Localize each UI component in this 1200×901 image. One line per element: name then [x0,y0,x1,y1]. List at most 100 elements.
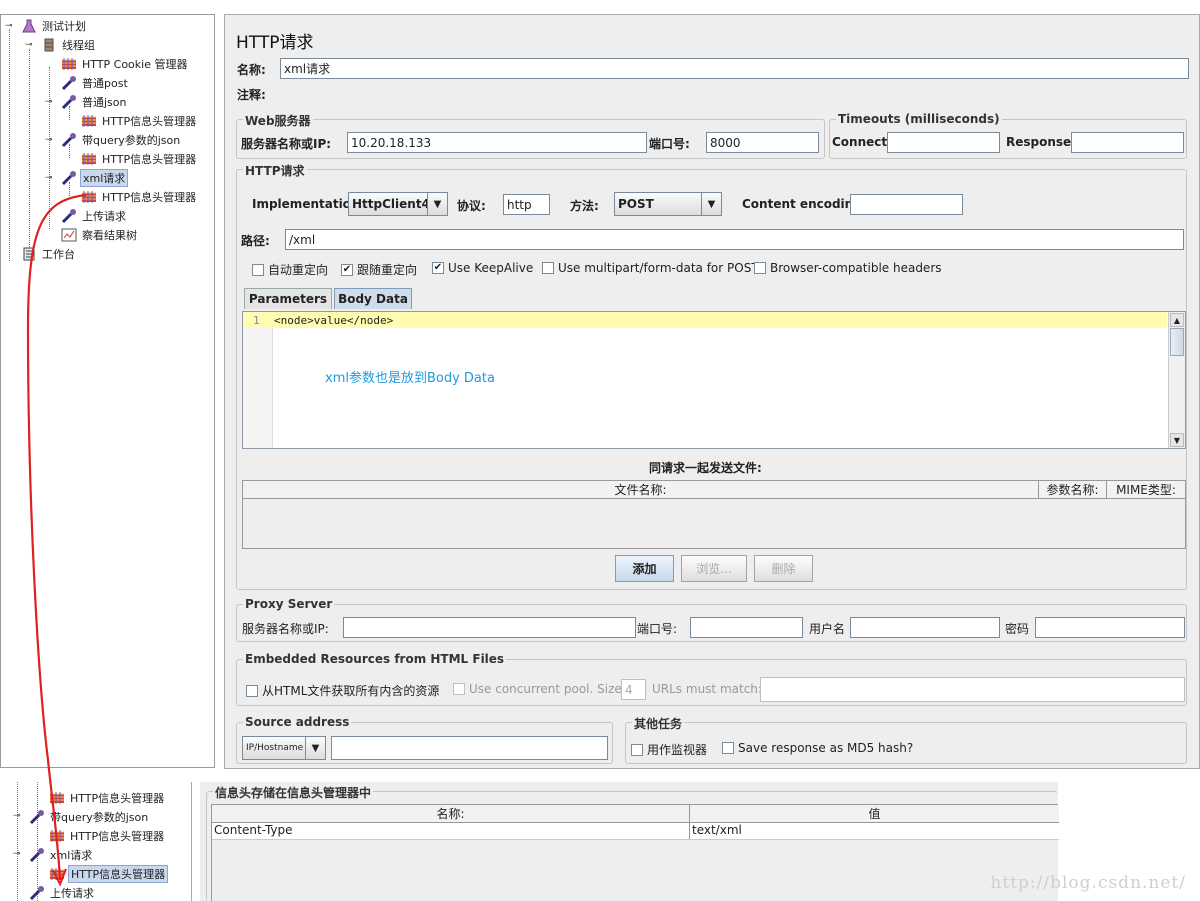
line-number: 1 [253,314,260,327]
multipart-checkbox[interactable]: Use multipart/form-data for POST [542,261,759,275]
checkbox-label: Use concurrent pool. Size: [469,682,626,696]
tree-item-results-tree[interactable]: 察看结果树 [61,226,139,244]
content-encoding-input[interactable] [850,194,963,215]
tree-item-label: 上传请求 [82,210,126,223]
column-mime-type[interactable]: MIME类型: [1107,481,1185,498]
tree-expander[interactable]: ⊸ [13,812,22,821]
body-data-editor[interactable]: 1 <node>value</node> xml参数也是放到Body Data … [242,311,1186,449]
tab-body-data[interactable]: Body Data [334,288,412,309]
browse-button[interactable]: 浏览... [681,555,747,582]
tab-parameters[interactable]: Parameters [244,288,332,309]
column-value[interactable]: 值 [690,805,1059,822]
table-row[interactable]: Content-Type text/xml [212,823,1059,840]
tree-item-label: 线程组 [62,39,95,52]
tree-item-cookie-manager[interactable]: HTTP Cookie 管理器 [61,55,189,73]
pool-size-input[interactable]: 4 [621,679,646,700]
tree-item-test-plan[interactable]: 测试计划 [21,17,88,35]
headers-table[interactable]: 名称: 值 Content-Type text/xml [211,804,1059,901]
header-manager-icon [49,828,65,844]
source-legend: Source address [243,715,352,729]
connect-timeout-input[interactable] [887,132,1000,153]
scroll-up-icon[interactable]: ▲ [1170,313,1184,327]
tree-item-normal-json[interactable]: 普通json [61,93,129,111]
column-name[interactable]: 名称: [212,805,690,822]
retrieve-resources-checkbox[interactable]: 从HTML文件获取所有内含的资源 [246,682,439,699]
tree-item-upload-request[interactable]: 上传请求 [61,207,128,225]
tree-expander[interactable]: ⊸ [45,174,54,183]
tree-item-label: HTTP信息头管理器 [102,115,197,128]
tree-item-xml-request[interactable]: xml请求 [29,846,94,864]
source-address-input[interactable] [331,736,608,760]
http-request-legend: HTTP请求 [243,162,307,179]
chevron-down-icon: ▼ [701,193,721,215]
tree-item-header-manager[interactable]: HTTP信息头管理器 [49,827,166,845]
tree-item-xml-request[interactable]: xml请求 [61,169,129,187]
tree-expander[interactable]: ⊸ [25,41,34,50]
proxy-server-input[interactable] [343,617,636,638]
files-table[interactable]: 文件名称: 参数名称: MIME类型: [242,480,1186,549]
port-input[interactable]: 8000 [706,132,819,153]
proxy-user-input[interactable] [850,617,1000,638]
tree-item-header-manager-selected[interactable]: HTTP信息头管理器 [49,865,169,883]
tree-expander[interactable]: ⊸ [45,136,54,145]
tree-item-label: 带query参数的json [50,811,149,824]
editor-scrollbar[interactable]: ▲ ▼ [1168,312,1185,448]
auto-redirect-checkbox[interactable]: 自动重定向 [252,261,328,278]
scroll-thumb[interactable] [1170,328,1184,356]
scroll-down-icon[interactable]: ▼ [1170,433,1184,447]
watermark-text: http://blog.csdn.net/ [990,873,1186,893]
tree-item-label: 上传请求 [50,887,94,900]
method-select[interactable]: POST ▼ [614,192,722,216]
tree-item-query-json[interactable]: 带query参数的json [29,808,150,826]
column-file-name[interactable]: 文件名称: [243,481,1039,498]
name-input[interactable]: xml请求 [280,58,1189,79]
protocol-input[interactable]: http [503,194,550,215]
monitor-checkbox[interactable]: 用作监视器 [631,741,707,758]
proxy-server-label: 服务器名称或IP: [242,622,329,636]
test-plan-tree-snippet[interactable]: ⊸ ⊸ HTTP信息头管理器 带query参数的json HTTP信息头管理器 … [0,782,192,901]
tree-item-label: HTTP信息头管理器 [70,830,165,843]
checkbox-label: Use multipart/form-data for POST [558,261,759,275]
body-code: <node>value</node> [274,314,394,327]
tree-item-header-manager[interactable]: HTTP信息头管理器 [49,789,166,807]
tree-expander[interactable]: ⊸ [5,22,14,31]
tree-item-query-json[interactable]: 带query参数的json [61,131,182,149]
header-name-cell[interactable]: Content-Type [212,823,690,839]
path-input[interactable]: /xml [285,229,1184,250]
proxy-password-input[interactable] [1035,617,1185,638]
delete-file-button[interactable]: 删除 [754,555,813,582]
server-label: 服务器名称或IP: [241,137,332,151]
comment-input[interactable] [280,83,1189,104]
tree-item-header-manager[interactable]: HTTP信息头管理器 [81,150,198,168]
tree-expander[interactable]: ⊸ [45,98,54,107]
keepalive-checkbox[interactable]: ✔ Use KeepAlive [432,261,533,275]
tree-item-header-manager[interactable]: HTTP信息头管理器 [81,188,198,206]
browser-headers-checkbox[interactable]: Browser-compatible headers [754,261,942,275]
tree-item-normal-post[interactable]: 普通post [61,74,130,92]
response-timeout-input[interactable] [1071,132,1184,153]
test-plan-tree[interactable]: ⊸ ⊸ ⊸ ⊸ ⊸ 测试计划 线程组 HTTP Cookie 管理器 普通pos… [0,14,215,768]
tree-item-workbench[interactable]: 工作台 [21,245,77,263]
urls-match-label: URLs must match: [652,682,762,696]
sampler-pipette-icon [29,885,45,901]
implementation-select[interactable]: HttpClient4 ▼ [348,192,448,216]
follow-redirect-checkbox[interactable]: ✔ 跟随重定向 [341,261,417,278]
add-file-button[interactable]: 添加 [615,555,674,582]
server-input[interactable]: 10.20.18.133 [347,132,647,153]
md5-checkbox[interactable]: Save response as MD5 hash? [722,741,913,755]
tree-expander[interactable]: ⊸ [13,850,22,859]
tree-connector [49,67,50,229]
tree-item-header-manager[interactable]: HTTP信息头管理器 [81,112,198,130]
concurrent-pool-checkbox[interactable]: Use concurrent pool. Size: [453,682,626,696]
tree-item-upload-request[interactable]: 上传请求 [29,884,96,901]
name-label: 名称: [237,63,266,77]
other-tasks-legend: 其他任务 [632,715,685,732]
tree-item-label: HTTP Cookie 管理器 [82,58,188,71]
proxy-port-input[interactable] [690,617,803,638]
source-type-select[interactable]: IP/Hostname ▼ [242,736,326,760]
tree-item-thread-group[interactable]: 线程组 [41,36,97,54]
column-param-name[interactable]: 参数名称: [1039,481,1107,498]
header-manager-icon [81,113,97,129]
urls-match-input[interactable] [760,677,1185,702]
header-value-cell[interactable]: text/xml [690,823,1059,839]
